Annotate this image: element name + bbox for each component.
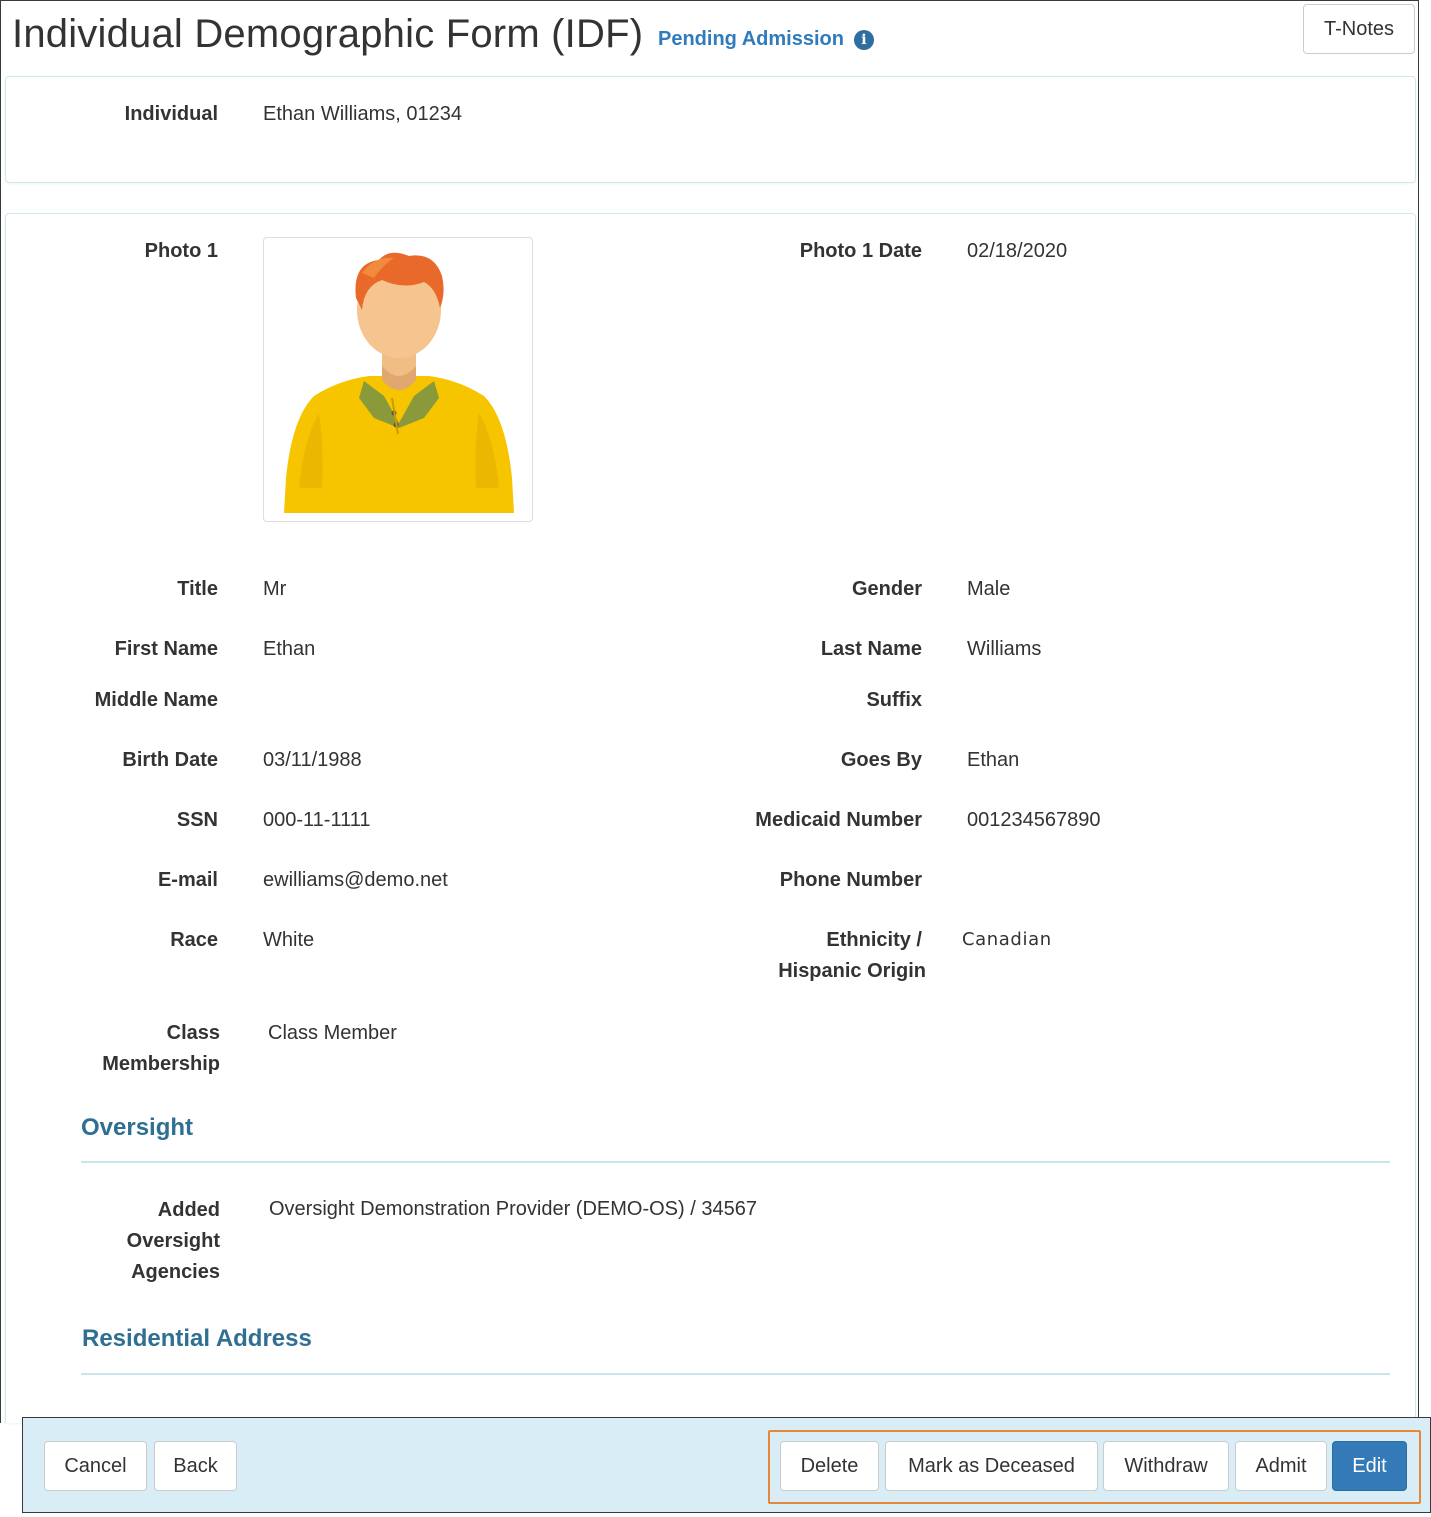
birth-date-value: 03/11/1988 [263, 749, 362, 771]
title-value: Mr [263, 578, 287, 600]
birth-date-label: Birth Date [122, 749, 218, 771]
residential-address-section-title: Residential Address [82, 1325, 312, 1352]
goes-by-value: Ethan [967, 749, 1020, 771]
status-badge: Pending Admission i [658, 28, 874, 51]
goes-by-label: Goes By [840, 749, 922, 771]
ethnicity-label-line1: Ethnicity / [826, 929, 922, 951]
ssn-label: SSN [176, 809, 218, 831]
admit-button[interactable]: Admit [1235, 1441, 1327, 1491]
oversight-label-line2: Oversight [126, 1230, 220, 1252]
oversight-section-title: Oversight [81, 1114, 194, 1141]
individual-photo [263, 237, 533, 522]
photo-date-value: 02/18/2020 [967, 240, 1068, 262]
oversight-label-line1: Added [157, 1199, 220, 1221]
ssn-value: 000-11-1111 [263, 809, 371, 831]
oversight-divider [81, 1161, 1390, 1163]
last-name-label: Last Name [820, 638, 922, 660]
suffix-label: Suffix [866, 689, 922, 711]
last-name-value: Williams [967, 638, 1042, 660]
individual-value: Ethan Williams, 01234 [263, 103, 462, 125]
photo-date-label: Photo 1 Date [799, 240, 922, 262]
status-label: Pending Admission [658, 28, 844, 50]
race-label: Race [170, 929, 218, 951]
race-value: White [263, 929, 315, 951]
info-icon[interactable]: i [853, 29, 874, 50]
tnotes-button[interactable]: T-Notes [1303, 4, 1415, 54]
mark-as-deceased-button[interactable]: Mark as Deceased [885, 1441, 1098, 1491]
email-label: E-mail [157, 869, 218, 891]
page-title: Individual Demographic Form (IDF) [12, 12, 644, 56]
email-value: ewilliams@demo.net [263, 869, 448, 891]
class-membership-label-line2: Membership [102, 1053, 220, 1075]
edit-button[interactable]: Edit [1332, 1441, 1407, 1491]
phone-number-label: Phone Number [779, 869, 922, 891]
class-membership-label: Class Membership [60, 1018, 220, 1080]
photo-label: Photo 1 [144, 240, 218, 262]
ethnicity-value: Canadian [962, 929, 1052, 950]
medicaid-number-value: 001234567890 [967, 809, 1101, 831]
avatar [284, 252, 514, 513]
ethnicity-label: Ethnicity / Hispanic Origin [700, 925, 926, 987]
delete-button[interactable]: Delete [780, 1441, 879, 1491]
gender-label: Gender [851, 578, 922, 600]
individual-label: Individual [124, 103, 218, 125]
ethnicity-label-line2: Hispanic Origin [778, 960, 926, 982]
back-button[interactable]: Back [154, 1441, 237, 1491]
gender-value: Male [967, 578, 1011, 600]
cancel-button[interactable]: Cancel [44, 1441, 147, 1491]
first-name-value: Ethan [263, 638, 316, 660]
medicaid-number-label: Medicaid Number [755, 809, 922, 831]
middle-name-label: Middle Name [94, 689, 218, 711]
first-name-label: First Name [114, 638, 218, 660]
oversight-agencies-label: Added Oversight Agencies [60, 1195, 220, 1288]
oversight-label-line3: Agencies [131, 1261, 220, 1283]
class-membership-label-line1: Class [166, 1022, 220, 1044]
residential-address-divider [81, 1373, 1390, 1375]
oversight-agencies-value: Oversight Demonstration Provider (DEMO-O… [269, 1198, 757, 1220]
withdraw-button[interactable]: Withdraw [1103, 1441, 1229, 1491]
class-membership-value: Class Member [268, 1022, 397, 1044]
title-label: Title [177, 578, 218, 600]
